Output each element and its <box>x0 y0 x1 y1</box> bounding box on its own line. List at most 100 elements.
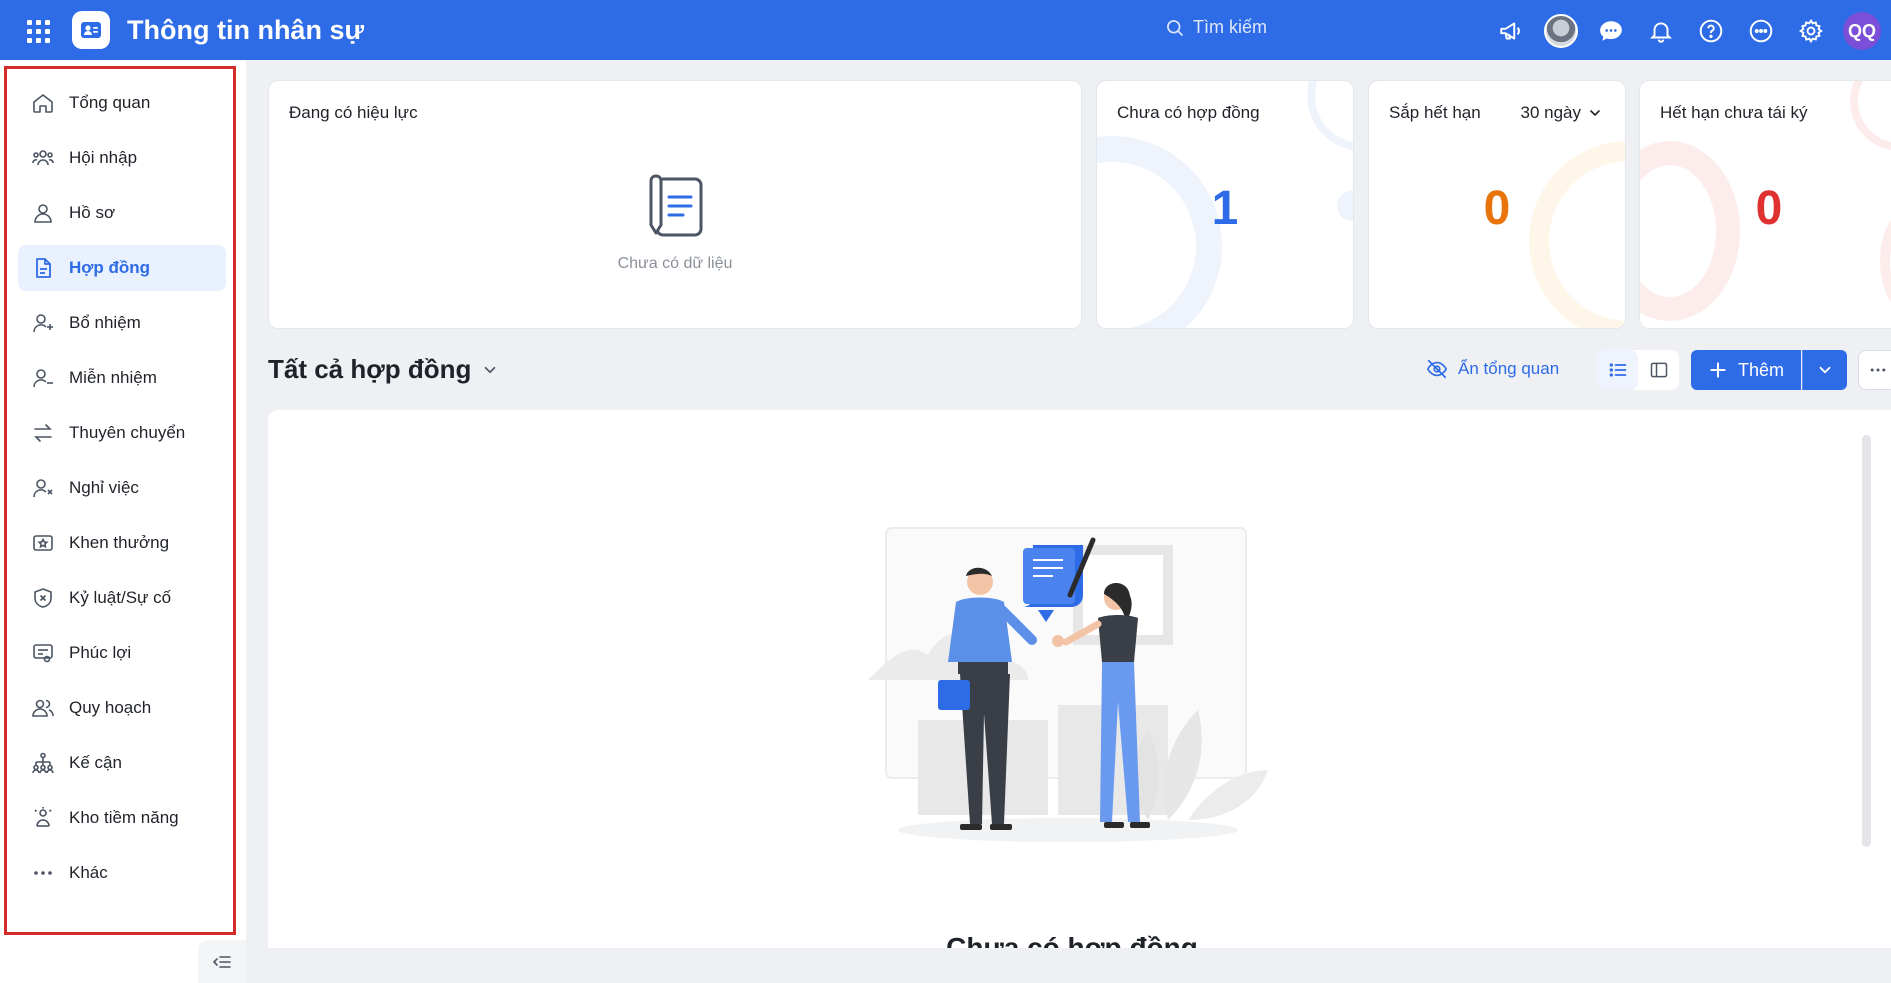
sidebar-item-label: Quy hoạch <box>69 698 152 717</box>
sidebar-item-label: Khen thưởng <box>69 533 170 552</box>
home-icon <box>33 94 53 113</box>
section-title-dropdown[interactable]: Tất cả hợp đồng <box>268 354 499 385</box>
sidebar-item-quy-hoach[interactable]: Quy hoạch <box>18 685 226 731</box>
sidebar-item-label: Kho tiềm năng <box>69 808 179 827</box>
sidebar-item-hop-dong[interactable]: Hợp đồng <box>18 245 226 291</box>
sidebar-item-label: Khác <box>69 863 108 882</box>
add-button-label: Thêm <box>1737 359 1784 380</box>
sidebar-item-tong-quan[interactable]: Tổng quan <box>18 80 226 126</box>
sidebar-item-khen-thuong[interactable]: Khen thưởng <box>18 520 226 566</box>
chat-icon[interactable] <box>1593 13 1629 49</box>
sidebar: Tổng quan Hội nhập Hồ sơ Hợp đồng Bổ nhi… <box>0 60 246 983</box>
megaphone-icon[interactable] <box>1493 13 1529 49</box>
contracts-list-panel: Chưa có hợp đồng <box>268 410 1891 970</box>
split-view-button[interactable] <box>1638 350 1679 390</box>
app-logo[interactable] <box>72 11 110 49</box>
collapse-menu-icon <box>212 955 231 968</box>
sidebar-item-kho-tiem-nang[interactable]: Kho tiềm năng <box>18 795 226 841</box>
section-title: Tất cả hợp đồng <box>268 354 472 384</box>
more-actions-button[interactable] <box>1858 350 1891 390</box>
person-x-icon <box>33 479 53 498</box>
eye-off-icon <box>1426 359 1448 379</box>
add-options-button[interactable] <box>1802 350 1847 390</box>
collapse-sidebar-button[interactable] <box>198 940 246 983</box>
sidebar-item-label: Hội nhập <box>69 148 138 167</box>
chevron-down-icon <box>485 366 496 373</box>
card-no-contract[interactable]: Chưa có hợp đồng 1 <box>1096 80 1354 329</box>
card-title: Chưa có hợp đồng <box>1117 103 1260 122</box>
shield-x-icon <box>34 588 52 608</box>
sidebar-item-hoi-nhap[interactable]: Hội nhập <box>18 135 226 181</box>
card-value: 0 <box>1483 182 1511 235</box>
sidebar-item-phuc-loi[interactable]: Phúc lợi <box>18 630 226 676</box>
period-select[interactable]: 30 ngày <box>1521 103 1604 123</box>
more-circle-icon[interactable] <box>1743 13 1779 49</box>
team-icon <box>32 150 54 166</box>
period-select-value: 30 ngày <box>1520 103 1582 122</box>
person-remove-icon <box>33 369 53 388</box>
sidebar-item-ho-so[interactable]: Hồ sơ <box>18 190 226 236</box>
people-icon <box>32 699 54 717</box>
sidebar-item-mien-nhiem[interactable]: Miễn nhiệm <box>18 355 226 401</box>
sidebar-item-khac[interactable]: Khác <box>18 850 226 896</box>
award-icon <box>33 535 53 551</box>
bell-icon[interactable] <box>1643 13 1679 49</box>
sidebar-item-bo-nhiem[interactable]: Bổ nhiệm <box>18 300 226 346</box>
person-icon <box>34 204 52 223</box>
chevron-down-icon <box>1819 366 1831 374</box>
hierarchy-icon <box>32 752 54 774</box>
transfer-icon <box>34 424 52 442</box>
card-value: 0 <box>1755 182 1783 235</box>
empty-document-icon <box>649 174 703 237</box>
card-expired[interactable]: Hết hạn chưa tái ký 0 <box>1639 80 1891 329</box>
sidebar-item-label: Hợp đồng <box>69 258 151 277</box>
card-title: Đang có hiệu lực <box>289 103 418 122</box>
gear-icon[interactable] <box>1793 13 1829 49</box>
app-title: Thông tin nhân sự <box>127 15 365 45</box>
sidebar-item-ke-can[interactable]: Kế cận <box>18 740 226 786</box>
more-horizontal-icon <box>1870 368 1886 372</box>
benefit-icon <box>33 644 53 663</box>
panel-scrollbar[interactable] <box>1862 435 1871 847</box>
card-expiring[interactable]: Sắp hết hạn 30 ngày 0 <box>1368 80 1626 329</box>
sidebar-item-label: Hồ sơ <box>69 203 116 222</box>
content-bottom-edge <box>268 948 1891 983</box>
apps-grid-icon[interactable] <box>25 18 50 43</box>
split-panel-icon <box>1650 362 1667 378</box>
person-add-icon <box>33 314 53 333</box>
card-value: 1 <box>1211 182 1239 235</box>
sidebar-item-label: Tổng quan <box>69 93 151 112</box>
top-bar: Thông tin nhân sự Tìm kiếm QQ <box>0 0 1891 60</box>
empty-data-text: Chưa có dữ liệu <box>617 255 733 272</box>
talent-pool-icon <box>34 807 52 827</box>
card-title: Hết hạn chưa tái ký <box>1660 103 1808 122</box>
sidebar-nav: Tổng quan Hội nhập Hồ sơ Hợp đồng Bổ nhi… <box>18 80 226 905</box>
view-toggle <box>1597 350 1679 390</box>
hide-overview-label: Ẩn tổng quan <box>1458 359 1560 378</box>
list-view-button[interactable] <box>1597 350 1638 390</box>
empty-state-illustration <box>868 527 1268 842</box>
document-icon <box>36 258 51 278</box>
hide-overview-button[interactable]: Ẩn tổng quan <box>1426 358 1559 380</box>
search-box[interactable]: Tìm kiếm <box>1165 17 1267 38</box>
help-icon[interactable] <box>1693 13 1729 49</box>
sidebar-item-thuyen-chuyen[interactable]: Thuyên chuyển <box>18 410 226 456</box>
search-placeholder: Tìm kiếm <box>1193 17 1267 37</box>
user-avatar[interactable]: QQ <box>1843 12 1881 50</box>
sidebar-item-nghi-viec[interactable]: Nghỉ việc <box>18 465 226 511</box>
card-title: Sắp hết hạn <box>1389 103 1481 122</box>
search-icon <box>1167 19 1184 36</box>
more-dots-icon <box>34 871 52 875</box>
sidebar-item-label: Kế cận <box>69 753 122 772</box>
plus-icon <box>1710 362 1726 378</box>
sidebar-item-label: Nghỉ việc <box>69 478 139 497</box>
sidebar-item-ky-luat[interactable]: Kỷ luật/Sự cố <box>18 575 226 621</box>
sidebar-item-label: Kỷ luật/Sự cố <box>69 588 172 607</box>
sidebar-item-label: Miễn nhiệm <box>69 368 157 387</box>
user-photo-avatar[interactable] <box>1543 13 1579 49</box>
sidebar-item-label: Bổ nhiệm <box>69 313 141 332</box>
chevron-down-icon <box>1590 110 1600 117</box>
card-effective: Đang có hiệu lực Chưa có dữ liệu <box>268 80 1082 329</box>
sidebar-item-label: Thuyên chuyển <box>69 423 186 442</box>
add-button[interactable]: Thêm <box>1691 350 1801 390</box>
